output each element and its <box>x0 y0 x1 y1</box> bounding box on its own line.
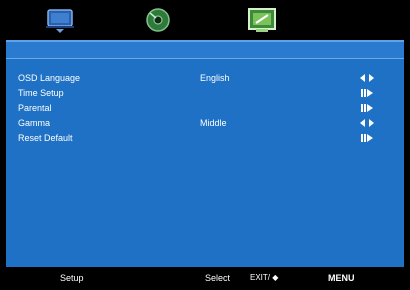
menu-item-osd-language[interactable]: OSD Language English <box>6 72 404 84</box>
category-tab-bar <box>0 0 410 40</box>
footer-section-label: Setup <box>60 273 84 283</box>
footer-exit-hint: EXIT/ ◆ <box>250 273 279 282</box>
panel-header-strip <box>6 42 404 59</box>
menu-item-gamma[interactable]: Gamma Middle <box>6 117 404 129</box>
menu-item-reset-default[interactable]: Reset Default <box>6 132 404 144</box>
menu-item-value: English <box>200 73 230 83</box>
menu-item-label: Time Setup <box>18 88 64 98</box>
menu-item-value: Middle <box>200 118 227 128</box>
left-right-arrow-icon[interactable] <box>360 74 374 82</box>
footer-hint-bar: Setup Select EXIT/ ◆ MENU <box>0 267 410 290</box>
disc-icon[interactable] <box>140 5 176 35</box>
enter-arrow-icon[interactable] <box>360 104 374 112</box>
menu-item-label: Parental <box>18 103 52 113</box>
enter-arrow-icon[interactable] <box>360 134 374 142</box>
footer-select-hint: Select <box>205 273 231 283</box>
menu-item-label: Reset Default <box>18 133 73 143</box>
left-right-arrow-icon[interactable] <box>360 119 374 127</box>
enter-arrow-icon[interactable] <box>360 89 374 97</box>
menu-item-label: OSD Language <box>18 73 81 83</box>
menu-item-label: Gamma <box>18 118 51 128</box>
menu-item-time-setup[interactable]: Time Setup <box>6 87 404 99</box>
tv-icon[interactable] <box>42 5 78 35</box>
setup-menu-panel: OSD Language English Time Setup Parental… <box>6 40 404 267</box>
setup-menu-list: OSD Language English Time Setup Parental… <box>6 72 404 147</box>
footer-menu-hint: MENU <box>328 273 355 283</box>
setup-screen-icon[interactable] <box>244 5 280 35</box>
menu-item-parental[interactable]: Parental <box>6 102 404 114</box>
